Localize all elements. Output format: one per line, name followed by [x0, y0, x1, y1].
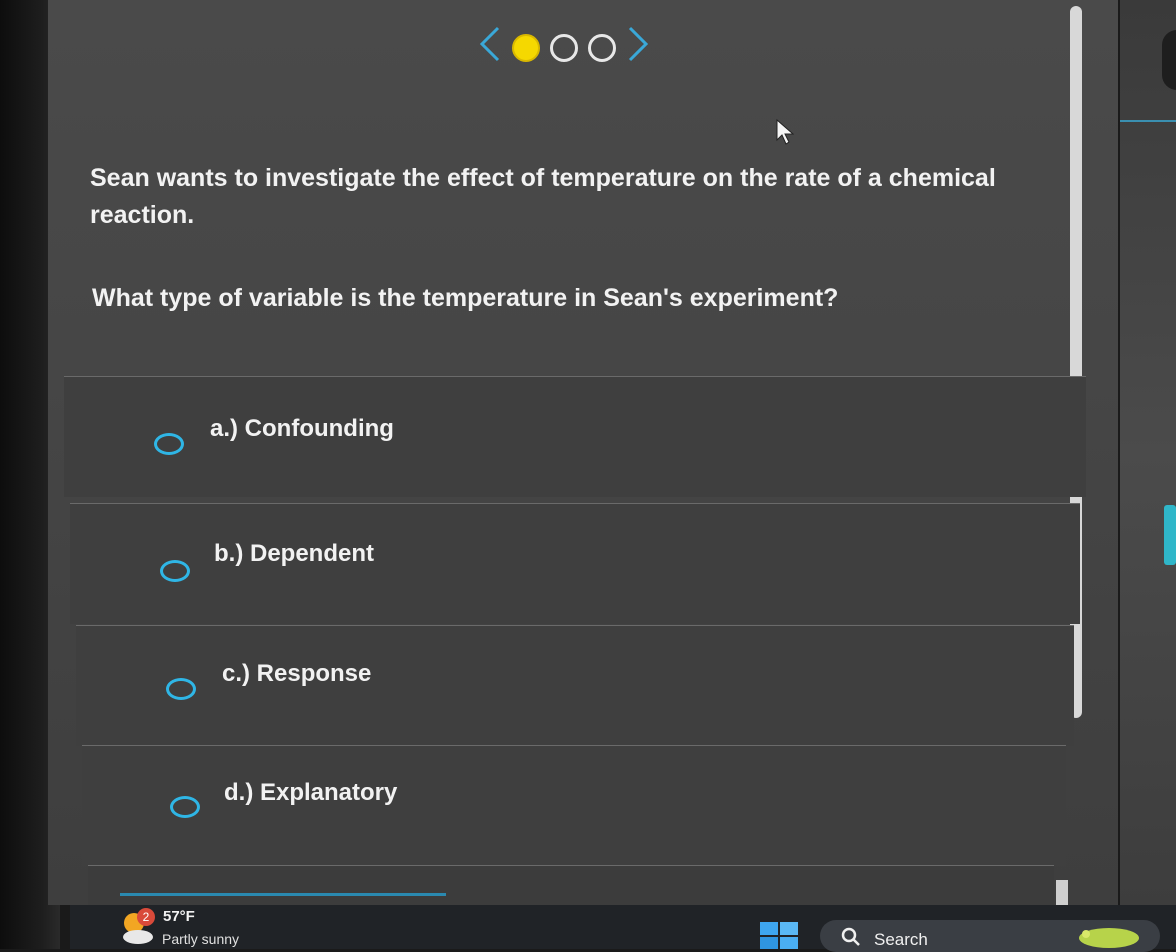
- radio-button-a[interactable]: [154, 433, 184, 455]
- right-side-panel: [1120, 0, 1176, 905]
- chevron-right-icon[interactable]: [626, 24, 650, 72]
- question-pager: [478, 24, 650, 72]
- search-icon: [841, 927, 860, 946]
- answer-option-c[interactable]: c.) Response: [76, 625, 1074, 746]
- taskbar-highlight-line: [120, 893, 446, 896]
- mouse-cursor-icon: [776, 118, 795, 145]
- question-prompt: What type of variable is the temperature…: [92, 284, 839, 312]
- answer-option-label: a.) Confounding: [210, 415, 394, 442]
- chevron-left-icon[interactable]: [478, 24, 502, 72]
- radio-button-d[interactable]: [170, 796, 200, 818]
- option-list-end: [88, 865, 1054, 906]
- question-stem: Sean wants to investigate the effect of …: [90, 164, 996, 229]
- answer-option-d[interactable]: d.) Explanatory: [82, 745, 1066, 866]
- answer-option-label: c.) Response: [222, 660, 372, 687]
- answer-option-a[interactable]: a.) Confounding: [64, 376, 1086, 497]
- weather-condition[interactable]: Partly sunny: [162, 931, 239, 947]
- radio-button-c[interactable]: [166, 678, 196, 700]
- radio-button-b[interactable]: [160, 560, 190, 582]
- panel-shape: [1162, 30, 1176, 90]
- search-label: Search: [874, 930, 928, 949]
- answer-option-label: b.) Dependent: [214, 540, 374, 567]
- answer-option-b[interactable]: b.) Dependent: [70, 503, 1080, 624]
- search-highlight-icon: [1079, 928, 1139, 948]
- weather-badge: 2: [137, 908, 155, 926]
- pager-dot-3[interactable]: [588, 34, 616, 62]
- panel-accent: [1164, 505, 1176, 565]
- scrollbar-track-end: [1056, 880, 1068, 905]
- pager-dot-2[interactable]: [550, 34, 578, 62]
- answer-option-label: d.) Explanatory: [224, 779, 398, 806]
- panel-divider: [1120, 120, 1176, 122]
- weather-temperature[interactable]: 57°F: [163, 908, 195, 925]
- pager-dot-1[interactable]: [512, 34, 540, 62]
- windows-start-icon[interactable]: [760, 922, 798, 949]
